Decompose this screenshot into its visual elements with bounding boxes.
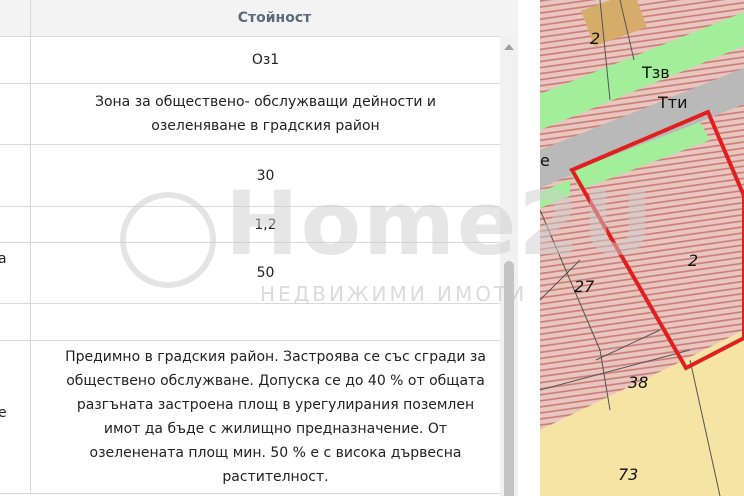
map-label-tzv: Тзв (641, 63, 670, 82)
row-label-cell: а (0, 243, 31, 303)
row-label-cell (0, 304, 31, 340)
row-value: Оз1 (251, 52, 280, 68)
table-row (0, 304, 500, 341)
attribute-table-panel: Стойност Оз1 Зона за обществено- обслужв… (0, 0, 518, 496)
scroll-up-arrow-icon[interactable] (504, 44, 514, 50)
scroll-thumb[interactable] (504, 261, 514, 496)
table-scrollbar[interactable] (500, 36, 518, 496)
row-value: 50 (256, 265, 275, 281)
row-label-cell (0, 37, 31, 83)
table-row: Зона за обществено- обслужващи дейности … (0, 84, 500, 145)
map-canvas: 2 Тзв Тти е 2 27 38 73 (540, 0, 744, 496)
row-value: 1,2 (254, 216, 277, 233)
table-row: 30 (0, 145, 500, 207)
cadastral-map[interactable]: 2 Тзв Тти е 2 27 38 73 (540, 0, 744, 496)
row-label-cell (0, 84, 31, 144)
row-value: Зона за обществено- обслужващи дейности … (94, 94, 437, 134)
header-label-cell (0, 0, 31, 36)
map-label-lot-main: 2 (688, 251, 698, 270)
header-value-column: Стойност (237, 10, 312, 26)
table-row: 1,2 (0, 207, 500, 243)
map-label-road: е (540, 151, 550, 170)
row-value (31, 304, 500, 340)
row-label-cell (0, 145, 31, 206)
map-label-lot-38: 38 (628, 373, 648, 392)
table-header: Стойност (0, 0, 518, 37)
row-value: Предимно в градския район. Застроява се … (65, 349, 486, 485)
table-row: а 50 (0, 243, 500, 304)
row-value: 30 (256, 167, 275, 184)
table-row: Оз1 (0, 37, 500, 84)
map-label-lot-27: 27 (574, 277, 595, 296)
row-label-cell: е (0, 341, 31, 493)
map-label-tti: Тти (657, 93, 688, 112)
table-row: е Предимно в градския район. Застроява с… (0, 341, 500, 494)
map-label-lot-73: 73 (618, 465, 638, 484)
map-label-lot-top: 2 (590, 29, 600, 48)
row-label-cell (0, 207, 31, 242)
